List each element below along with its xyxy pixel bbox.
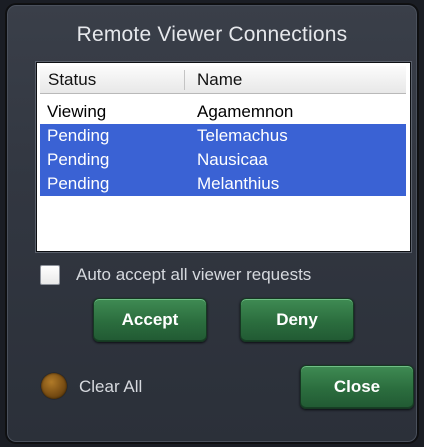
dialog-title: Remote Viewer Connections — [76, 23, 348, 46]
clear-all-label[interactable]: Clear All — [79, 376, 142, 398]
auto-accept-checkbox[interactable] — [40, 265, 60, 285]
close-button[interactable]: Close — [300, 365, 414, 409]
column-header-name[interactable]: Name — [197, 66, 242, 94]
connections-list[interactable]: Status Name Viewing Agamemnon Pending Te… — [36, 62, 411, 252]
row-status: Pending — [47, 126, 110, 145]
accept-button[interactable]: Accept — [93, 298, 207, 342]
table-row[interactable]: Pending Telemachus — [40, 124, 406, 148]
auto-accept-label[interactable]: Auto accept all viewer requests — [76, 264, 311, 286]
row-status: Pending — [47, 174, 110, 193]
table-row[interactable]: Pending Nausicaa — [40, 148, 406, 172]
list-header: Status Name — [40, 66, 406, 94]
deny-button[interactable]: Deny — [240, 298, 354, 342]
row-name: Nausicaa — [197, 150, 268, 169]
row-status: Pending — [47, 150, 110, 169]
column-separator[interactable] — [184, 70, 185, 90]
table-row[interactable]: Viewing Agamemnon — [40, 100, 406, 124]
remote-viewer-dialog: Remote Viewer Connections Status Name Vi… — [6, 4, 418, 443]
clear-all-indicator-icon[interactable] — [41, 373, 67, 399]
row-name: Telemachus — [197, 126, 288, 145]
row-name: Melanthius — [197, 174, 280, 193]
row-name: Agamemnon — [197, 102, 294, 121]
table-row[interactable]: Pending Melanthius — [40, 172, 406, 196]
row-status: Viewing — [47, 102, 107, 121]
column-header-status[interactable]: Status — [48, 66, 96, 94]
